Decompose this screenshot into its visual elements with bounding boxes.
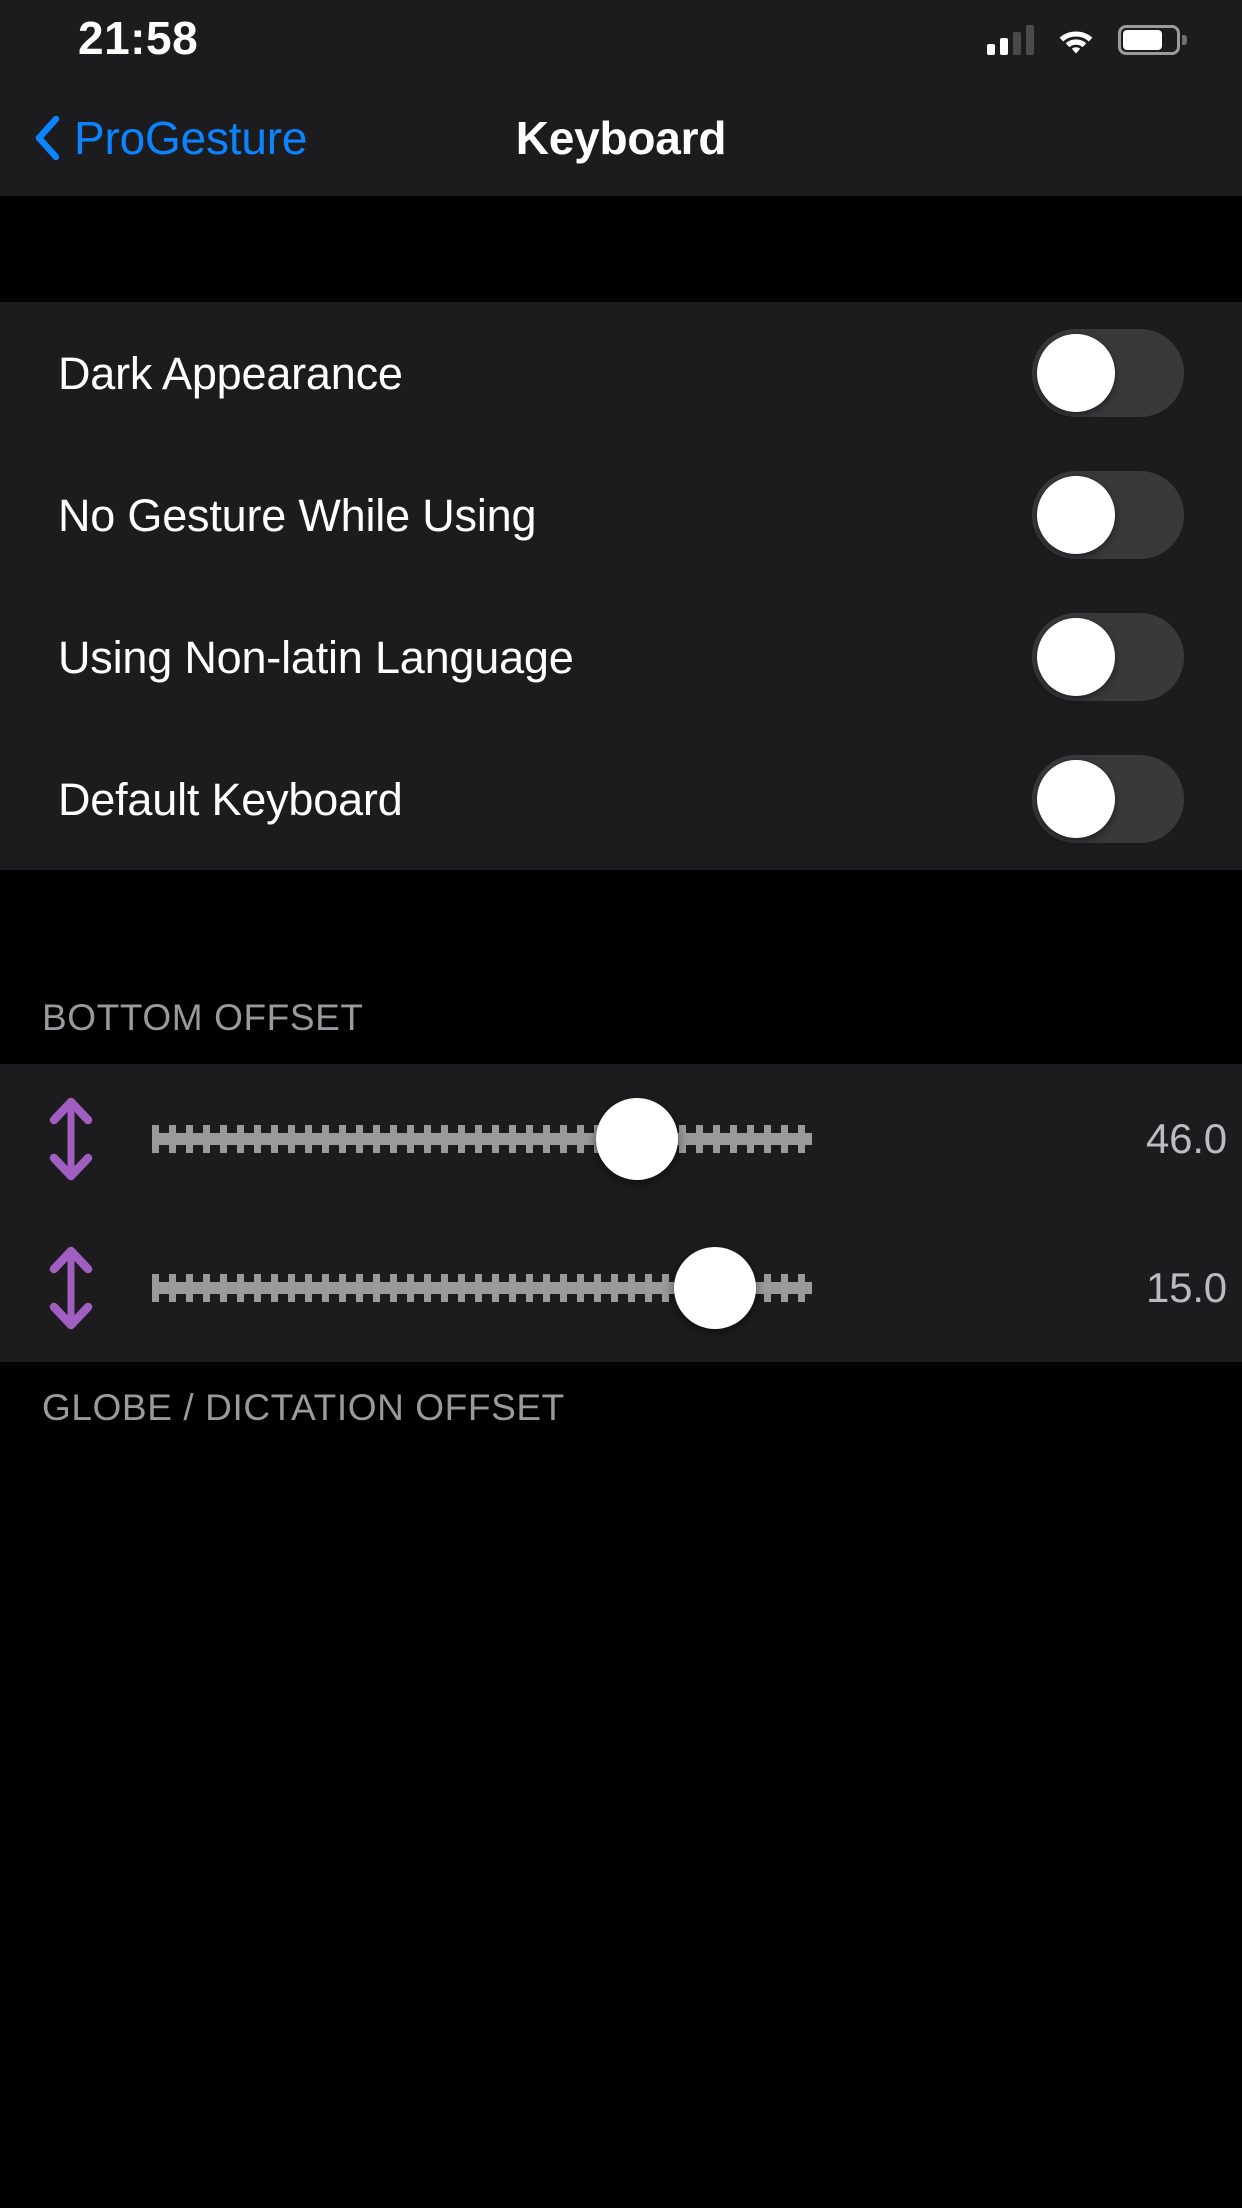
section-footer-globe-dictation-offset: GLOBE / DICTATION OFFSET [42,1387,565,1428]
slider-value-globe-dictation-offset: 15.0 [1146,1266,1227,1309]
status-bar-clock: 21:58 [78,12,199,64]
slider-row-globe-dictation-offset: 15.0 [0,1213,1242,1362]
setting-label: No Gesture While Using [58,489,537,541]
slider-globe-dictation-offset[interactable] [152,1243,1122,1333]
arrows-up-down-icon [49,1097,93,1180]
slider-thumb[interactable] [596,1097,678,1180]
slider-value-bottom-offset: 46.0 [1146,1117,1227,1160]
setting-row-dark-appearance[interactable]: Dark Appearance [0,302,1242,444]
slider-row-bottom-offset: 46.0 [0,1064,1242,1213]
slider-track [152,1124,812,1153]
setting-label: Using Non-latin Language [58,631,574,683]
section-header-bottom-offset: BOTTOM OFFSET [42,997,364,1038]
setting-label: Default Keyboard [58,773,403,825]
wifi-icon [1059,31,1093,54]
setting-label: Dark Appearance [58,347,403,399]
status-bar-indicators [987,25,1187,55]
toggle-default-keyboard[interactable] [1032,755,1184,843]
toggle-using-non-latin-language[interactable] [1032,613,1184,701]
toggle-dark-appearance[interactable] [1032,329,1184,417]
setting-row-default-keyboard[interactable]: Default Keyboard [0,728,1242,870]
page-title: Keyboard [515,112,727,164]
cellular-signal-icon [987,25,1034,55]
setting-row-using-non-latin-language[interactable]: Using Non-latin Language [0,586,1242,728]
setting-row-no-gesture-while-using[interactable]: No Gesture While Using [0,444,1242,586]
navigation-bar: ProGesture Keyboard [0,80,1242,196]
status-bar: 21:58 [0,0,1242,80]
battery-icon [1118,25,1187,55]
slider-thumb[interactable] [673,1246,756,1329]
keyboard-settings-screen: 21:58 ProGesture Keyboard Dark Appearanc… [0,0,1242,2208]
toggle-settings-group: Dark Appearance No Gesture While Using U… [0,302,1242,870]
arrows-up-down-icon [49,1246,93,1329]
slider-bottom-offset[interactable] [152,1094,1122,1184]
offset-sliders-group: 46.0 15.0 [0,1064,1242,1362]
toggle-no-gesture-while-using[interactable] [1032,471,1184,559]
